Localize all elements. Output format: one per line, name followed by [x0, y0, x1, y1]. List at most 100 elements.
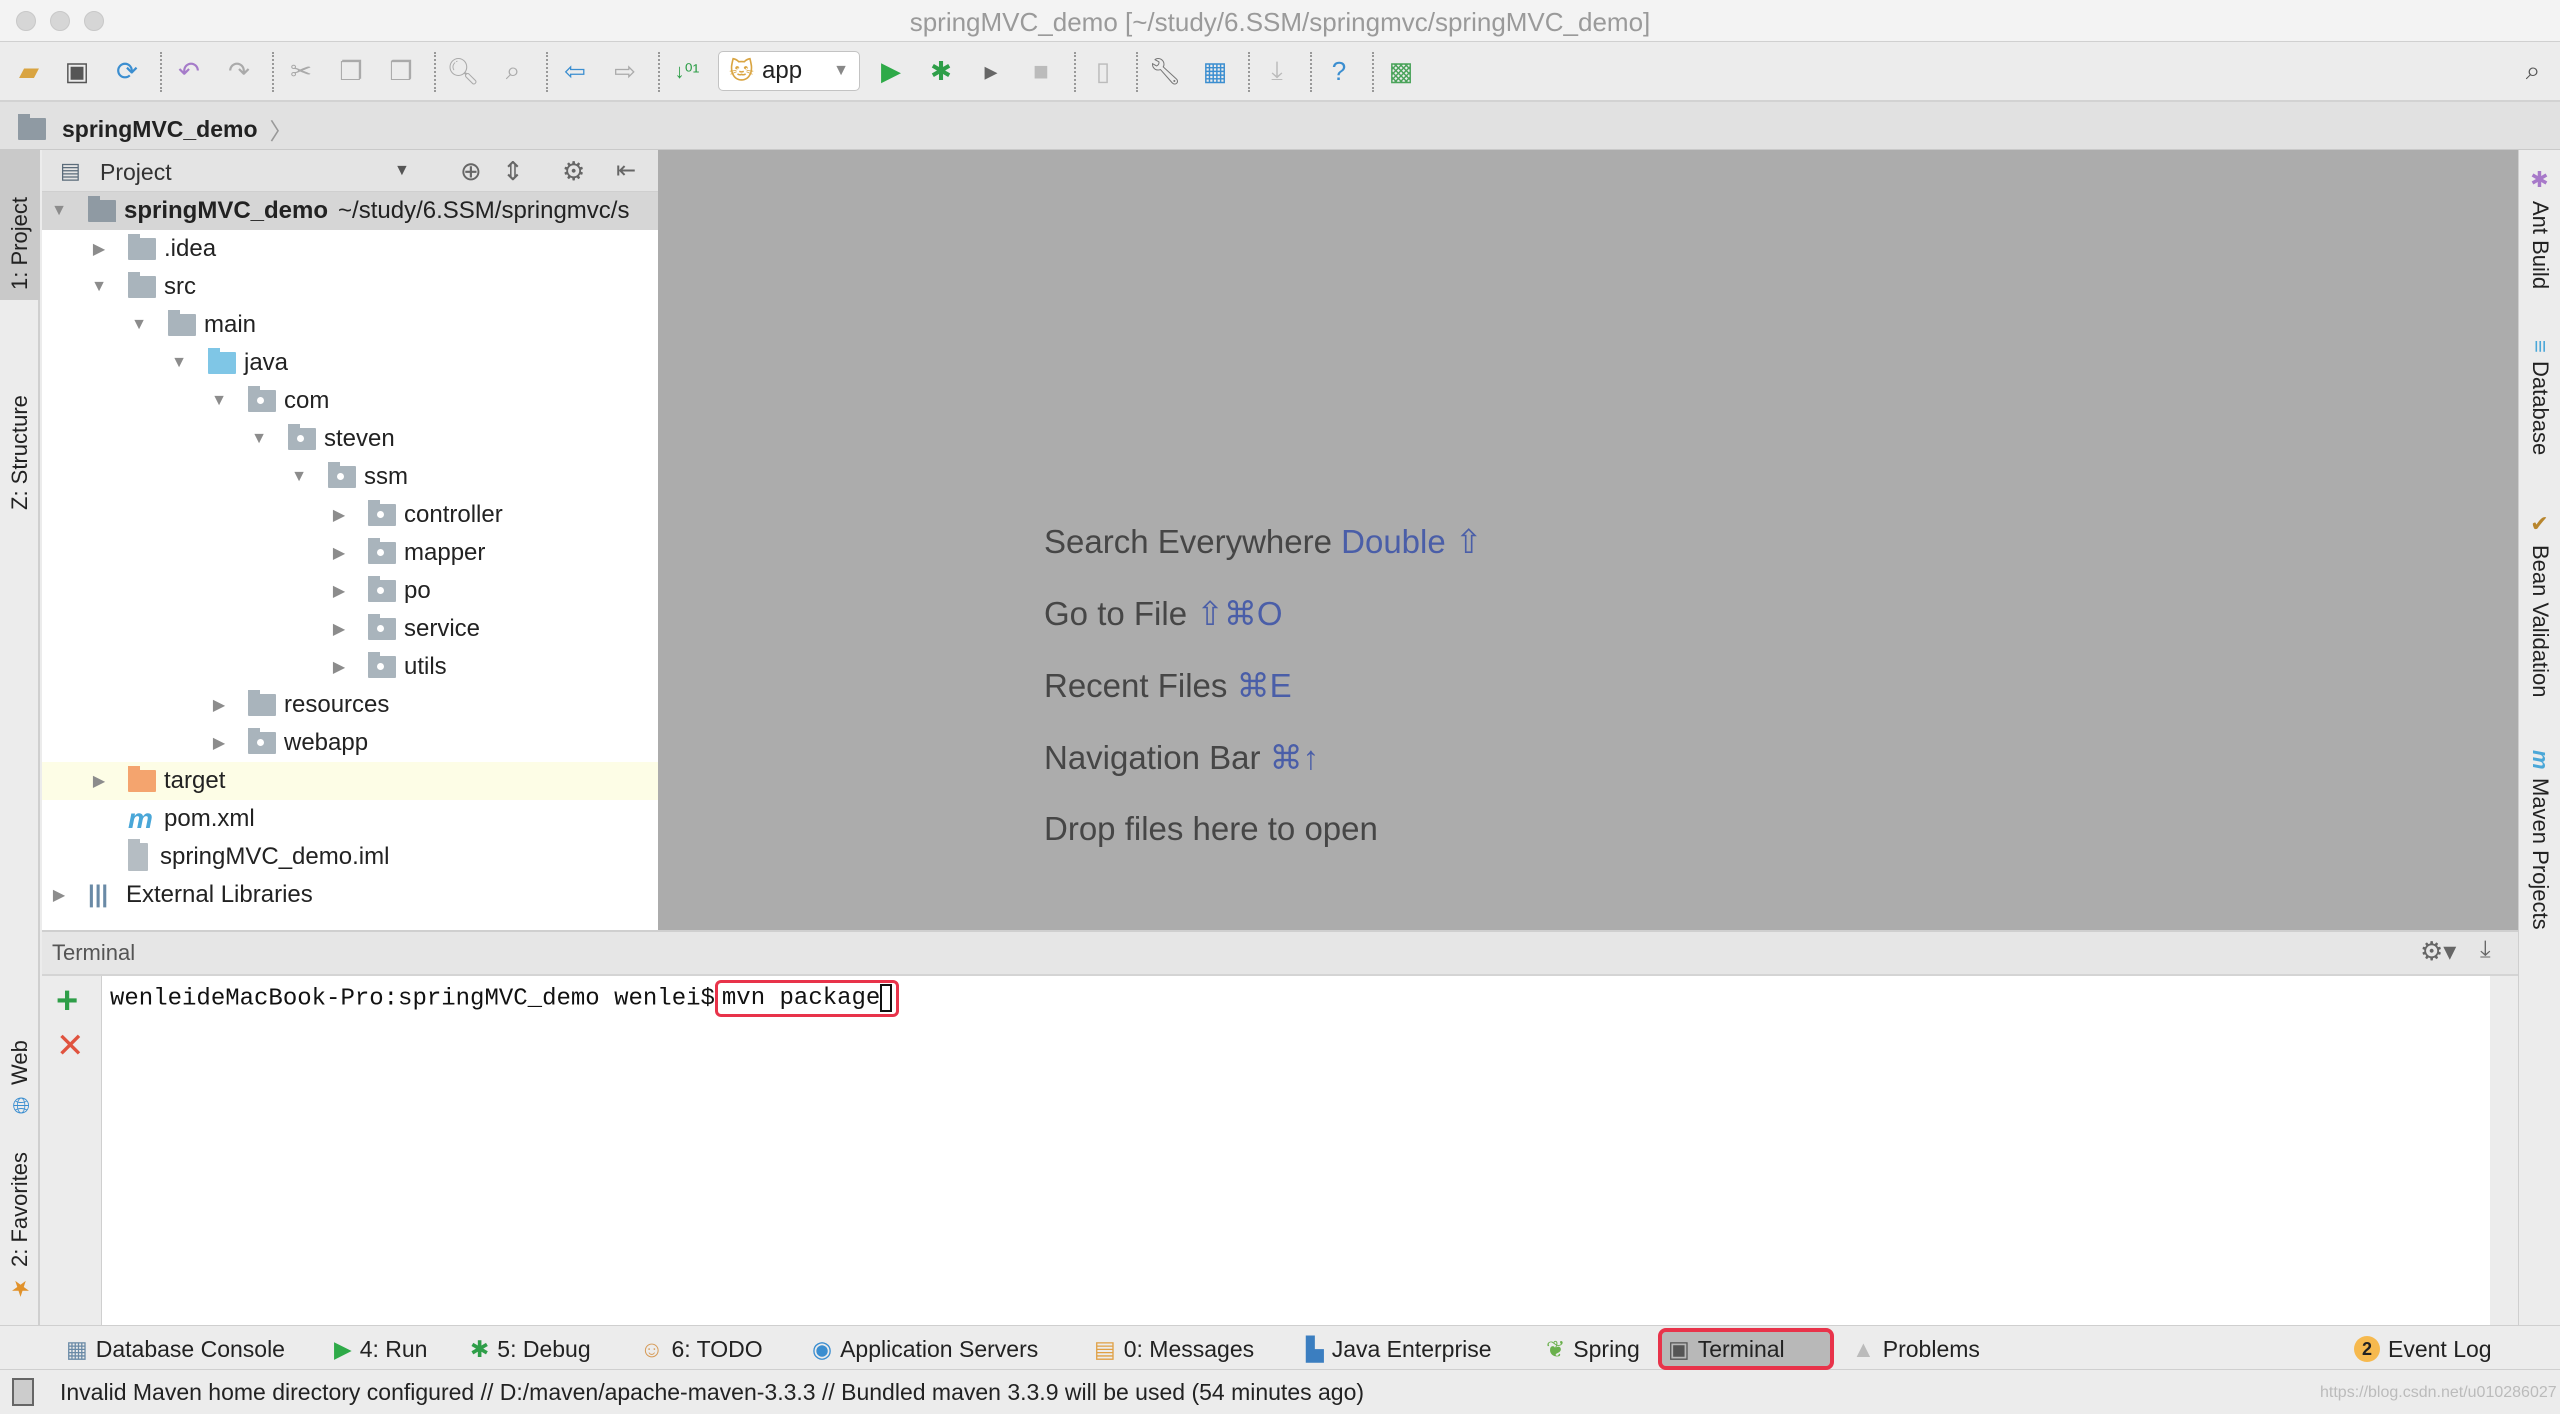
terminal-settings-icon[interactable]: ⚙▾	[2420, 936, 2456, 967]
collapse-arrow-icon[interactable]: ▼	[90, 278, 108, 296]
tab-database[interactable]: ≡ Database	[2519, 340, 2560, 480]
back-icon[interactable]: ⇦	[558, 54, 592, 88]
tree-item[interactable]: ▼ ssm	[42, 458, 658, 496]
tree-item[interactable]: ▶ service	[42, 610, 658, 648]
paste-icon[interactable]: ❒	[384, 54, 418, 88]
tree-item[interactable]: ▼ src	[42, 268, 658, 306]
run-configuration-select[interactable]: 🐱︎ app ▼	[718, 51, 860, 91]
tab-project[interactable]: 1: Project	[0, 150, 40, 300]
forward-icon[interactable]: ⇨	[608, 54, 642, 88]
excluded-folder-icon	[128, 766, 156, 792]
tree-item[interactable]: ▼ main	[42, 306, 658, 344]
redo-icon[interactable]: ↷	[222, 54, 256, 88]
status-message[interactable]: Invalid Maven home directory configured …	[60, 1379, 1364, 1406]
tree-item[interactable]: ▼ steven	[42, 420, 658, 458]
expand-arrow-icon[interactable]: ▶	[330, 543, 348, 563]
tool-window-messages[interactable]: ▤ 0: Messages	[1088, 1332, 1260, 1366]
hide-panel-icon[interactable]: ⇤	[616, 156, 636, 185]
tool-window-event-log[interactable]: 2 Event Log	[2348, 1332, 2498, 1366]
tree-root[interactable]: ▼ springMVC_demo ~/study/6.SSM/springmvc…	[42, 192, 658, 230]
collapse-arrow-icon[interactable]: ▼	[170, 354, 188, 372]
run-icon[interactable]: ▶	[874, 54, 908, 88]
expand-arrow-icon[interactable]: ▶	[210, 695, 228, 715]
collapse-arrow-icon[interactable]: ▼	[250, 430, 268, 448]
terminal-scrollbar[interactable]	[2490, 976, 2518, 1325]
run-with-coverage-icon[interactable]: ▸	[974, 54, 1008, 88]
copy-icon[interactable]: ❐	[334, 54, 368, 88]
tree-item[interactable]: ▶ controller	[42, 496, 658, 534]
make-project-icon[interactable]: ↓⁰¹	[670, 54, 704, 88]
tool-window-debug[interactable]: ✱ 5: Debug	[464, 1332, 597, 1366]
close-session-icon[interactable]: ✕	[56, 1026, 85, 1066]
tab-maven-projects[interactable]: m Maven Projects	[2519, 750, 2560, 950]
expand-arrow-icon[interactable]: ▶	[90, 771, 108, 791]
tree-item[interactable]: ▼ com	[42, 382, 658, 420]
tree-item[interactable]: ▶ ||| External Libraries	[42, 876, 658, 914]
collapse-all-icon[interactable]: ⇕	[502, 156, 524, 187]
view-dropdown-icon[interactable]: ▼	[394, 162, 410, 180]
tab-structure[interactable]: Z: Structure	[0, 330, 40, 510]
toggle-tool-windows-icon[interactable]	[12, 1378, 34, 1406]
tree-item[interactable]: ▶ po	[42, 572, 658, 610]
expand-arrow-icon[interactable]: ▶	[210, 733, 228, 753]
tool-window-application-servers[interactable]: ◉ Application Servers	[806, 1332, 1044, 1366]
open-folder-icon[interactable]: ▰	[12, 54, 46, 88]
jvm-debug-icon[interactable]: ▩	[1384, 54, 1418, 88]
terminal-output[interactable]: wenleideMacBook-Pro:springMVC_demo wenle…	[102, 976, 2490, 1325]
expand-arrow-icon[interactable]: ▶	[330, 581, 348, 601]
tree-item[interactable]: ▶ mapper	[42, 534, 658, 572]
application-servers-icon: ◉	[812, 1335, 833, 1362]
help-icon[interactable]: ?	[1322, 54, 1356, 88]
tab-bean-validation[interactable]: ✔ Bean Validation	[2519, 512, 2560, 712]
tree-item[interactable]: springMVC_demo.iml	[42, 838, 658, 876]
gear-icon[interactable]: ⚙	[562, 156, 585, 187]
collapse-arrow-icon[interactable]: ▼	[290, 468, 308, 486]
breadcrumb-separator: 〉	[269, 118, 293, 144]
tree-item[interactable]: ▶ utils	[42, 648, 658, 686]
tree-item[interactable]: m pom.xml	[42, 800, 658, 838]
tree-item[interactable]: ▼ java	[42, 344, 658, 382]
project-structure-icon[interactable]: 🔧︎	[1148, 54, 1182, 88]
hide-terminal-icon[interactable]: ⤓	[2480, 936, 2491, 964]
sdk-manager-icon[interactable]: ▦	[1198, 54, 1232, 88]
tool-window-terminal[interactable]: ▣ Terminal	[1658, 1328, 1834, 1370]
cut-icon[interactable]: ✂	[284, 54, 318, 88]
expand-arrow-icon[interactable]: ▶	[330, 619, 348, 639]
replace-icon[interactable]: ⌕	[496, 54, 530, 88]
new-session-icon[interactable]: +	[56, 980, 78, 1023]
android-device-icon[interactable]: ▯	[1086, 54, 1120, 88]
debug-icon[interactable]: ✱	[924, 54, 958, 88]
synchronize-icon[interactable]: ⟳	[110, 54, 144, 88]
tool-window-problems[interactable]: ▲ Problems	[1846, 1332, 1986, 1366]
save-all-icon[interactable]: ▣	[60, 54, 94, 88]
tree-item[interactable]: ▶ resources	[42, 686, 658, 724]
tool-window-java-enterprise[interactable]: ▙ Java Enterprise	[1300, 1332, 1498, 1366]
tree-item[interactable]: ▶ target	[42, 762, 658, 800]
tree-item[interactable]: ▶ webapp	[42, 724, 658, 762]
project-view-label[interactable]: Project	[100, 159, 172, 186]
expand-arrow-icon[interactable]: ▶	[330, 505, 348, 525]
undo-icon[interactable]: ↶	[172, 54, 206, 88]
collapse-arrow-icon[interactable]: ▼	[130, 316, 148, 334]
stop-icon[interactable]: ■	[1024, 54, 1058, 88]
expand-arrow-icon[interactable]: ▶	[50, 885, 68, 905]
tree-item[interactable]: ▶ .idea	[42, 230, 658, 268]
terminal-command: mvn package	[721, 985, 881, 1013]
scroll-from-source-icon[interactable]: ⊕	[460, 156, 482, 187]
tool-window-database-console[interactable]: ▦ Database Console	[60, 1332, 291, 1366]
tab-ant-build[interactable]: ✱ Ant Build	[2519, 168, 2560, 308]
search-everywhere-icon[interactable]: ⌕	[2516, 54, 2550, 88]
android-sync-icon[interactable]: ⤓	[1260, 54, 1294, 88]
expand-arrow-icon[interactable]: ▶	[330, 657, 348, 677]
tool-window-run[interactable]: ▶ 4: Run	[328, 1332, 433, 1366]
tomcat-icon: 🐱︎	[729, 57, 755, 85]
find-icon[interactable]: 🔍︎	[446, 54, 480, 88]
tool-window-todo[interactable]: ☺ 6: TODO	[634, 1332, 769, 1366]
tab-web[interactable]: 🌐︎ Web	[0, 1015, 40, 1115]
tab-favorites[interactable]: ★ 2: Favorites	[0, 1140, 40, 1300]
expand-arrow-icon[interactable]: ▶	[90, 239, 108, 259]
breadcrumb-item-project[interactable]: springMVC_demo 〉	[18, 112, 293, 146]
collapse-arrow-icon[interactable]: ▼	[210, 392, 228, 410]
tool-window-spring[interactable]: ❦ Spring	[1540, 1332, 1646, 1366]
tree-item-label: target	[164, 767, 226, 794]
